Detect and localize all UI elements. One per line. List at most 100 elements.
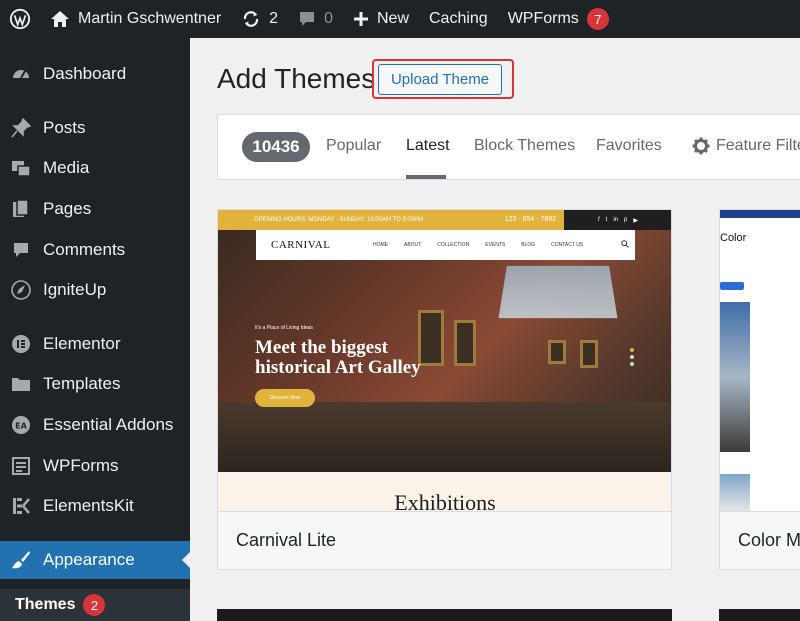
tab-latest[interactable]: Latest — [406, 137, 450, 155]
form-icon — [10, 455, 32, 477]
sidebar-item-igniteup[interactable]: IgniteUp — [0, 271, 190, 309]
theme-name: Color M — [738, 530, 800, 550]
comments-count: 0 — [324, 10, 333, 27]
preview-navbar: CARNIVAL HOME ABOUT COLLECTION EVENTS BL… — [256, 230, 635, 260]
media-icon — [10, 157, 32, 179]
theme-card-next-row[interactable] — [217, 609, 672, 621]
sidebar-item-templates[interactable]: Templates — [0, 365, 190, 403]
sidebar-item-label: Essential Addons — [43, 415, 174, 434]
skylight — [498, 265, 618, 319]
comment-icon — [298, 10, 316, 28]
preview-tag — [720, 282, 744, 290]
wpforms-badge: 7 — [586, 8, 609, 30]
tab-popular[interactable]: Popular — [326, 137, 381, 155]
preview-kicker: It's a Place of Living Ideas — [255, 325, 313, 331]
painting — [580, 340, 598, 368]
sidebar-item-posts[interactable]: Posts — [0, 109, 190, 147]
svg-text:EA: EA — [15, 422, 27, 431]
appearance-submenu: Themes 2 — [0, 589, 190, 621]
theme-card-color-m[interactable]: Color Color M — [719, 209, 800, 570]
brush-icon — [10, 549, 32, 571]
preview-nav-link: BLOG — [521, 242, 536, 248]
tab-favorites[interactable]: Favorites — [596, 137, 662, 155]
sidebar-item-media[interactable]: Media — [0, 149, 190, 187]
preview-phone: 123 - 654 - 7892 — [504, 216, 556, 223]
painting — [548, 340, 566, 364]
ek-icon — [10, 495, 32, 517]
search-icon — [621, 240, 629, 250]
sidebar-item-wpforms[interactable]: WPForms — [0, 447, 190, 485]
refresh-icon — [241, 9, 261, 29]
sidebar-item-label: Templates — [43, 374, 121, 393]
ea-icon: EA — [10, 414, 32, 436]
pin-icon — [10, 117, 32, 139]
wordpress-logo-icon[interactable] — [0, 0, 40, 38]
wpforms-link[interactable]: WPForms 7 — [498, 0, 619, 38]
preview-nav-link: ABOUT — [404, 242, 422, 248]
preview-social-icons: f t in p ▶ — [564, 210, 671, 230]
folder-icon — [10, 373, 32, 395]
sidebar-item-label: Elementor — [43, 334, 121, 353]
theme-screenshot[interactable]: Color — [720, 210, 800, 512]
sidebar-item-appearance[interactable]: Appearance — [0, 541, 190, 579]
preview-headline: Meet the biggest historical Art Galley — [255, 337, 421, 378]
painting — [454, 320, 476, 366]
active-indicator — [182, 552, 190, 568]
sidebar-item-dashboard[interactable]: Dashboard — [0, 55, 190, 93]
preview-nav-link: CONTACT US — [551, 242, 584, 248]
upload-theme-button[interactable]: Upload Theme — [378, 64, 502, 95]
sidebar-item-label: Posts — [43, 118, 86, 137]
linkedin-icon: in — [613, 217, 619, 223]
sidebar-item-elementskit[interactable]: ElementsKit — [0, 487, 190, 525]
active-tab-underline — [406, 175, 446, 179]
updates-link[interactable]: 2 — [231, 0, 288, 38]
sidebar-item-pages[interactable]: Pages — [0, 190, 190, 228]
sidebar-item-label: Comments — [43, 240, 126, 259]
new-label: New — [376, 10, 409, 27]
submenu-item-label: Themes — [15, 596, 76, 613]
gear-icon[interactable] — [692, 137, 710, 160]
submenu-item-themes[interactable]: Themes 2 — [15, 589, 106, 621]
new-content-link[interactable]: New — [343, 0, 419, 38]
sidebar-item-elementor[interactable]: Elementor — [0, 325, 190, 363]
sidebar-item-essential-addons[interactable]: EA Essential Addons — [0, 406, 190, 444]
site-name-link[interactable]: Martin Gschwentner — [40, 0, 231, 38]
preview-section-title: Exhibitions — [394, 490, 496, 512]
preview-hours: OPENING HOURS: MONDAY - SUNDAY: 10:00AM … — [254, 217, 424, 223]
floor — [218, 402, 671, 472]
dashboard-icon — [10, 63, 32, 85]
preview-nav-link: EVENTS — [485, 242, 506, 248]
site-name: Martin Gschwentner — [78, 10, 222, 27]
admin-bar: Martin Gschwentner 2 0 New Caching WPFor… — [0, 0, 800, 38]
pages-icon — [10, 198, 32, 220]
preview-lower-section: Exhibitions — [218, 472, 671, 512]
twitter-icon: t — [605, 217, 608, 223]
caching-label: Caching — [429, 10, 488, 27]
updates-count: 2 — [269, 10, 279, 27]
sidebar-item-label: Dashboard — [43, 64, 127, 83]
sidebar-item-label: IgniteUp — [43, 280, 107, 299]
theme-card-carnival-lite[interactable]: OPENING HOURS: MONDAY - SUNDAY: 10:00AM … — [217, 209, 672, 570]
preview-slider-dots — [630, 348, 634, 369]
plus-icon — [353, 11, 369, 27]
caching-link[interactable]: Caching — [419, 0, 498, 38]
comments-link[interactable]: 0 — [288, 0, 343, 38]
page-title: Add Themes — [217, 63, 376, 94]
theme-count-badge: 10436 — [242, 132, 310, 162]
preview-nav-link: HOME — [373, 242, 388, 248]
preview-logo: CARNIVAL — [271, 239, 331, 251]
sidebar-item-comments[interactable]: Comments — [0, 231, 190, 269]
tab-feature-filter[interactable]: Feature Filter — [716, 137, 800, 155]
pinterest-icon: p — [624, 217, 628, 223]
preview-title: Color — [720, 232, 747, 244]
sidebar-item-label: Media — [43, 158, 90, 177]
theme-screenshot[interactable]: OPENING HOURS: MONDAY - SUNDAY: 10:00AM … — [218, 210, 671, 512]
sidebar-item-label: WPForms — [43, 456, 119, 475]
theme-filter-bar: 10436 Popular Latest Block Themes Favori… — [217, 114, 800, 180]
preview-nav-links: HOME ABOUT COLLECTION EVENTS BLOG CONTAC… — [373, 242, 583, 248]
elementor-icon — [10, 333, 32, 355]
preview-nav-link: COLLECTION — [437, 242, 470, 248]
tab-block-themes[interactable]: Block Themes — [474, 137, 575, 155]
theme-card-next-row[interactable] — [719, 609, 800, 621]
preview-image — [720, 302, 750, 452]
